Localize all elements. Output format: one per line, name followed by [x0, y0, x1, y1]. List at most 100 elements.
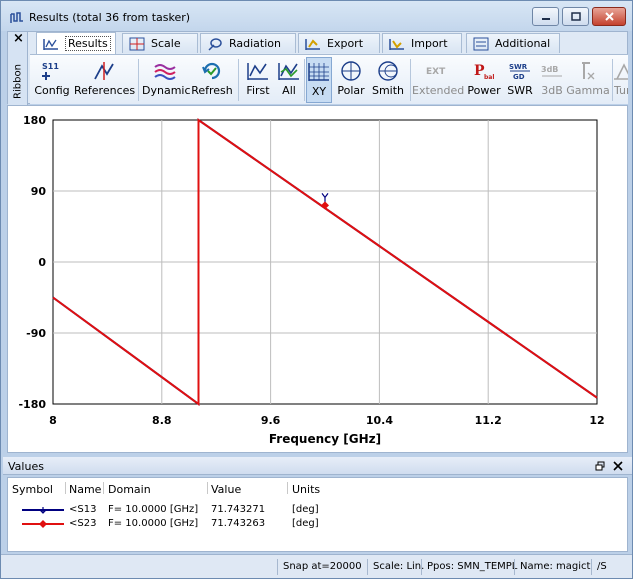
minimize-button[interactable] [532, 7, 559, 26]
status-snap: Snap at=20000 [277, 559, 362, 575]
toolbar-separator [138, 59, 139, 101]
x-tick-label: 12 [589, 414, 604, 427]
values-panel-title: Values [8, 460, 44, 473]
smith-button[interactable]: Smith [370, 57, 406, 103]
close-icon [604, 12, 614, 21]
tab-radiation[interactable]: Radiation [200, 33, 296, 53]
tuning-label: Tuning [614, 84, 628, 97]
smith-chart-icon [378, 61, 398, 81]
config-button[interactable]: S11 Config [34, 57, 70, 103]
dynamic-icon [154, 64, 176, 80]
toolbar-separator [410, 59, 411, 101]
row-name: <S13 [69, 504, 97, 515]
close-window-button[interactable] [592, 7, 626, 26]
swr-label: SWR [507, 84, 533, 97]
row-units: [deg] [292, 504, 319, 515]
status-name: Name: magict [514, 559, 590, 575]
title-bar: Results (total 36 from tasker) [1, 1, 632, 31]
tab-export[interactable]: Export [298, 33, 380, 53]
power-label: Power [467, 84, 501, 97]
3db-icon: 3dB [541, 65, 562, 77]
smith-label: Smith [371, 84, 405, 97]
tab-export-label: Export [327, 37, 364, 50]
power-balance-icon: Pbal [474, 63, 494, 81]
tab-additional-label: Additional [495, 37, 551, 50]
status-extra: /S [591, 559, 607, 575]
y-tick-label: -180 [18, 398, 46, 411]
svg-text:3dB: 3dB [541, 65, 558, 74]
polar-label: Polar [337, 84, 365, 97]
values-table: Symbol Name Domain Value Units <S13 F= 1… [7, 477, 628, 552]
extended-icon: EXT [426, 67, 446, 77]
references-button[interactable]: References [74, 57, 135, 103]
values-panel-header: Values [3, 457, 632, 475]
phase-chart[interactable]: 8 8.8 9.6 10.4 11.2 12 180 90 0 -90 -180 Frequency… [8, 106, 627, 452]
col-header-domain: Domain [108, 483, 151, 496]
close-ribbon-icon[interactable]: × [13, 31, 24, 46]
polar-button[interactable]: Polar [334, 57, 368, 103]
row-value: 71.743263 [211, 518, 266, 529]
tab-scale[interactable]: Scale [122, 33, 198, 53]
window-title: Results (total 36 from tasker) [29, 11, 191, 24]
x-tick-label: 8.8 [152, 414, 172, 427]
tab-results[interactable]: Results [36, 32, 116, 54]
gamma-label: Gamma [566, 84, 610, 97]
first-button[interactable]: First [242, 57, 274, 103]
tab-additional[interactable]: Additional [466, 33, 560, 53]
refresh-button[interactable]: Refresh [190, 57, 234, 103]
svg-text:S11: S11 [42, 62, 59, 71]
toolbar-separator [612, 59, 613, 101]
col-divider [65, 482, 66, 494]
tuning-button[interactable]: Tuning [614, 57, 628, 103]
all-button[interactable]: All [276, 57, 302, 103]
xy-label: XY [311, 85, 327, 98]
col-header-value: Value [211, 483, 242, 496]
row-name: <S23 [69, 518, 97, 529]
refresh-label: Refresh [191, 84, 233, 97]
ribbon-tabs: Results Scale Radiation Export Import Ad… [30, 32, 628, 54]
restore-panel-icon[interactable] [595, 461, 605, 471]
table-row[interactable]: <S13 F= 10.0000 [GHz] 71.743271 [deg] [8, 503, 627, 517]
x-tick-label: 8 [49, 414, 57, 427]
tuning-icon [614, 63, 628, 80]
results-tab-icon [43, 38, 58, 50]
tab-import[interactable]: Import [382, 33, 462, 53]
extended-button[interactable]: EXT Extended [412, 57, 464, 103]
refresh-icon [202, 62, 221, 80]
plot-panel[interactable]: 8 8.8 9.6 10.4 11.2 12 180 90 0 -90 -180 Frequency… [7, 105, 628, 453]
col-divider [287, 482, 288, 494]
xy-button[interactable]: XY [306, 57, 332, 103]
close-panel-icon[interactable] [613, 461, 623, 471]
toolbar-separator [238, 59, 239, 101]
dynamic-label: Dynamic [142, 84, 191, 97]
3db-label: 3dB [541, 84, 563, 97]
dynamic-button[interactable]: Dynamic [142, 57, 191, 103]
y-tick-label: 90 [31, 185, 47, 198]
s23-symbol-icon [22, 520, 64, 528]
gamma-icon [582, 62, 595, 80]
gamma-button[interactable]: Gamma [566, 57, 610, 103]
x-tick-label: 11.2 [475, 414, 502, 427]
swr-button[interactable]: SWR GD SWR [504, 57, 536, 103]
config-icon: S11 [42, 62, 59, 80]
x-axis-label: Frequency [GHz] [269, 432, 381, 446]
maximize-icon [570, 12, 581, 21]
tab-radiation-label: Radiation [229, 37, 281, 50]
radiation-tab-icon [208, 37, 222, 51]
table-row[interactable]: <S23 F= 10.0000 [GHz] 71.743263 [deg] [8, 517, 627, 531]
maximize-button[interactable] [562, 7, 589, 26]
y-tick-label: 0 [38, 256, 46, 269]
col-header-units: Units [292, 483, 321, 496]
additional-tab-icon [473, 37, 489, 50]
swr-icon: SWR GD [509, 63, 530, 81]
row-domain: F= 10.0000 [GHz] [108, 504, 199, 515]
3db-button[interactable]: 3dB 3dB [538, 57, 566, 103]
row-domain: F= 10.0000 [GHz] [108, 518, 199, 529]
power-button[interactable]: Pbal Power [466, 57, 502, 103]
tab-scale-label: Scale [151, 37, 181, 50]
ribbon: × Ribbon Results Scale Radiation Export [7, 31, 628, 105]
results-window: Results (total 36 from tasker) × Ribbon … [0, 0, 633, 579]
status-ppos: Ppos: SMN_TEMPL [421, 559, 517, 575]
all-label: All [282, 84, 296, 97]
ribbon-side-strip: × Ribbon [8, 31, 28, 105]
